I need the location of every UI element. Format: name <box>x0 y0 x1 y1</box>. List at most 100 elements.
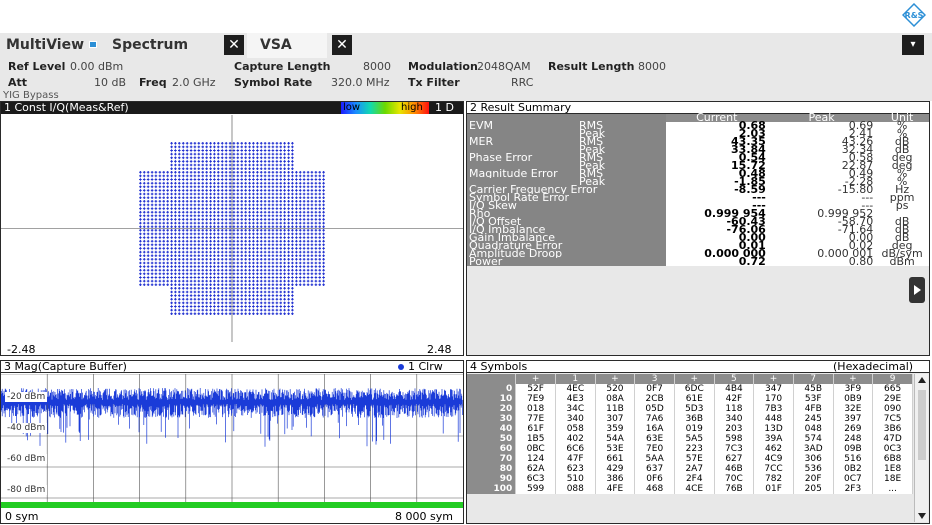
x-axis-max-label: 2.48 <box>427 343 452 356</box>
symbol-cell: 0BC <box>515 444 556 454</box>
tab-spectrum[interactable]: Spectrum <box>112 37 188 53</box>
symbol-cell: 248 <box>833 434 874 444</box>
tx-filter-value: RRC <box>511 76 534 89</box>
symbol-rate-label: Symbol Rate <box>234 76 313 89</box>
symbols-row-index: 10 <box>467 394 517 404</box>
symbol-cell: 118 <box>714 404 755 414</box>
symbol-cell: 39A <box>753 434 794 444</box>
symbol-cell: 11B <box>595 404 636 414</box>
symbols-row: 90 6C3 510 386 0F6 2F4 70C 782 20F 0C7 18E <box>467 474 913 484</box>
symbol-cell: 7E0 <box>634 444 675 454</box>
symbol-cell: 1E8 <box>872 464 913 474</box>
symbols-row: 50 1B5 402 54A 63E 5A5 598 39A 574 248 47D <box>467 434 913 444</box>
symbol-cell: 536 <box>793 464 834 474</box>
symbol-cell: 6C3 <box>515 474 556 484</box>
symbol-cell: 53E <box>595 444 636 454</box>
y-label-40: -40 dBm <box>5 423 48 433</box>
tab-separator-icon <box>89 41 97 48</box>
symbol-cell: 4EC <box>555 384 596 394</box>
trace-mode-label: 1 Clrw <box>408 360 443 373</box>
symbol-cell: 2F3 <box>833 484 874 494</box>
symbols-col-header: 3 <box>634 374 675 384</box>
symbol-cell: 269 <box>833 424 874 434</box>
window-title-bar: 3 Mag(Capture Buffer) 1 Clrw <box>1 361 463 373</box>
tab-vsa[interactable]: VSA <box>247 33 327 58</box>
scroll-up-icon[interactable] <box>918 377 926 383</box>
rs-logo-icon[interactable]: R&S <box>901 2 927 28</box>
symbols-row: 10 7E9 4E3 08A 2CB 61E 42F 170 53F 0B9 29E <box>467 394 913 404</box>
symbol-cell: 516 <box>833 454 874 464</box>
symbol-cell: 429 <box>595 464 636 474</box>
symbols-col-header: 9 <box>872 374 913 384</box>
symbol-cell: 359 <box>595 424 636 434</box>
symbol-cell: 448 <box>753 414 794 424</box>
symbols-row: 0 52F 4EC 520 0F7 6DC 4B4 347 45B 3F9 665 <box>467 384 913 394</box>
result-row: Power 0.72 0.80 dBm <box>467 256 929 267</box>
scroll-down-icon[interactable] <box>918 513 926 519</box>
constellation-plot[interactable] <box>1 115 463 342</box>
symbols-col-header: + <box>833 374 874 384</box>
close-vsa-icon[interactable]: ✕ <box>332 35 352 55</box>
symbol-cell: 661 <box>595 454 636 464</box>
symbols-row: 80 62A 623 429 637 2A7 46B 7CC 536 0B2 1E8 <box>467 464 913 474</box>
symbol-cell: 6C6 <box>555 444 596 454</box>
row-unit: ps <box>875 200 929 211</box>
row-name: Magnitude Error RMS <box>467 168 666 179</box>
symbol-cell: 5D3 <box>674 404 715 414</box>
row-name: Power <box>467 256 666 267</box>
row-name: EVM RMS <box>467 120 666 131</box>
trace-mode-label: 1 D <box>435 101 454 114</box>
symbol-cell: 47D <box>872 434 913 444</box>
symbols-row-index: 60 <box>467 444 517 454</box>
tab-multiview[interactable]: MultiView <box>6 37 84 53</box>
symbol-cell: 4FB <box>793 404 834 414</box>
magnitude-window[interactable]: 3 Mag(Capture Buffer) 1 Clrw -20 dBm -40… <box>0 360 464 524</box>
symbols-table: +1 +3 +5 +7 +9 0 52F 4EC 520 0F7 6DC 4B4 347 45B 3F9 66… <box>467 374 913 494</box>
symbols-row: 70 124 47F 661 5AA 57E 627 4C9 306 516 6B8 <box>467 454 913 464</box>
symbol-cell: 088 <box>555 484 596 494</box>
symbol-cell: 468 <box>634 484 675 494</box>
symbol-cell: 2F4 <box>674 474 715 484</box>
symbols-format-label: (Hexadecimal) <box>833 360 914 373</box>
symbol-cell: 05D <box>634 404 675 414</box>
x-axis-min-label: -2.48 <box>7 343 36 356</box>
result-summary-window[interactable]: 2 Result Summary Current Peak Unit EVM RM… <box>466 101 930 356</box>
symbol-cell: 7E9 <box>515 394 556 404</box>
ref-level-label: Ref Level <box>8 60 66 73</box>
symbols-window[interactable]: 4 Symbols (Hexadecimal) +1 +3 +5 +7 +9 0 52F 4E… <box>466 360 930 524</box>
constellation-window[interactable]: 1 Const I/Q(Meas&Ref) low high 1 D -2.48… <box>0 101 464 356</box>
symbols-col-header: 1 <box>555 374 596 384</box>
row-name: Peak <box>467 128 666 139</box>
symbol-cell: 7CC <box>753 464 794 474</box>
symbol-cell: 574 <box>793 434 834 444</box>
measurement-info-bar[interactable]: Ref Level 0.00 dBm Att 10 dB Freq 2.0 GH… <box>0 58 932 101</box>
symbols-title: 4 Symbols <box>470 360 528 373</box>
symbol-cell: 058 <box>555 424 596 434</box>
symbols-row: 100 599 088 4FE 468 4CE 76B 01F 205 2F3... <box>467 484 913 494</box>
symbol-cell: ... <box>872 484 913 494</box>
scroll-right-button[interactable] <box>909 277 925 303</box>
symbol-cell: 170 <box>753 394 794 404</box>
header-spacer <box>467 114 666 122</box>
symbols-col-header: + <box>753 374 794 384</box>
freq-label: Freq <box>139 76 167 89</box>
constellation-title: 1 Const I/Q(Meas&Ref) <box>4 101 129 114</box>
capture-length-value: 8000 <box>363 60 391 73</box>
symbols-row-index: 40 <box>467 424 517 434</box>
symbols-row-index: 30 <box>467 414 517 424</box>
symbol-cell: 7A6 <box>634 414 675 424</box>
symbols-col-header: + <box>595 374 636 384</box>
close-spectrum-icon[interactable]: ✕ <box>224 35 244 55</box>
symbol-cell: 5AA <box>634 454 675 464</box>
magnitude-plot[interactable] <box>1 374 463 510</box>
svg-text:R&S: R&S <box>905 11 924 20</box>
symbols-scrollbar[interactable] <box>914 374 928 522</box>
symbol-cell: 4E3 <box>555 394 596 404</box>
capture-length-label: Capture Length <box>234 60 331 73</box>
symbol-cell: 54A <box>595 434 636 444</box>
x-axis-min-label: 0 sym <box>5 510 39 523</box>
menu-dropdown-icon[interactable]: ▾ <box>902 35 924 55</box>
symbol-cell: 019 <box>674 424 715 434</box>
symbols-row: 40 61F 058 359 16A 019 203 13D 048 269 3B6 <box>467 424 913 434</box>
symbol-cell: 048 <box>793 424 834 434</box>
